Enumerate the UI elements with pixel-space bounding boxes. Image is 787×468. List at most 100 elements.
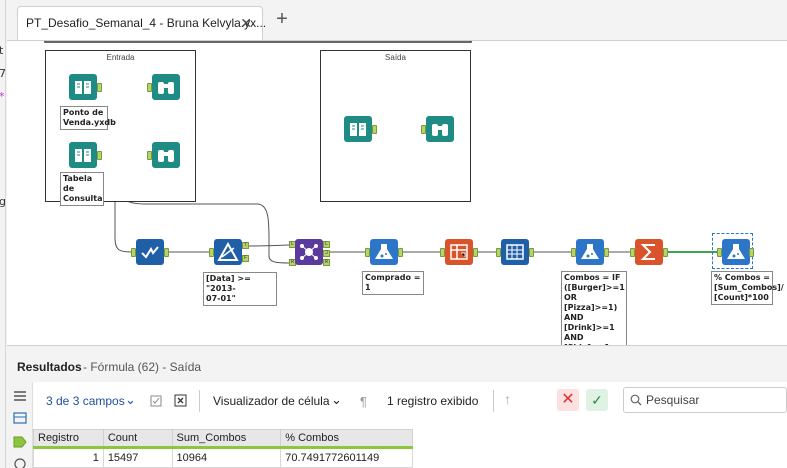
close-icon[interactable]: ✕ [240,15,252,32]
records-count: 1 registro exibido [387,394,479,408]
container-title: Entrada [106,53,135,62]
flask-icon [375,244,393,259]
list-icon[interactable] [13,390,27,402]
summarize-tool[interactable] [635,239,663,265]
output-anchor[interactable] [398,248,403,257]
cell-viewer-dropdown[interactable]: Visualizador de célula [213,394,330,408]
search-icon [630,394,642,406]
filter-false-anchor[interactable]: F [242,255,249,262]
browse-tool[interactable] [426,116,454,142]
input-data-tool[interactable] [69,74,97,100]
join-l-out-anchor[interactable]: L [323,241,330,248]
crosstab-icon [450,244,468,260]
flask-icon [581,244,599,259]
binoculars-icon [432,124,448,136]
join-r-out-anchor[interactable]: R [323,259,330,266]
table-header-row: Registro Count Sum_Combos % Combos [33,429,413,449]
strip-text: * [0,90,5,103]
clear-box-icon[interactable] [174,394,187,407]
input-data-tool[interactable] [69,142,97,168]
book-icon [350,123,366,136]
column-header[interactable]: % Combos [280,429,413,449]
cancel-button[interactable]: ✕ [557,389,579,411]
tool-annotation: % Combos = [Sum_Combos]/ [Count]*100 [711,271,784,305]
container-title: Saída [385,53,406,62]
column-header[interactable]: Sum_Combos [171,429,282,449]
output-anchor[interactable] [473,248,478,257]
results-sidebar [7,382,33,468]
output-anchor[interactable] [529,248,534,257]
output-anchor[interactable] [164,248,169,257]
tool-annotation: Comprado = 1 [362,271,424,295]
crosstab-tool[interactable] [445,239,473,265]
output-anchor[interactable] [663,248,668,257]
toolbar-divider [493,390,494,412]
tab-workflow[interactable]: PT_Desafio_Semanal_4 - Bruna Kelvyla.yx.… [17,6,267,40]
output-anchor[interactable] [97,151,102,160]
join-network-icon [300,244,318,260]
table-row: 1 15497 10964 70.7491772601149 [33,447,413,468]
cell-count[interactable]: 15497 [102,447,173,468]
formula-tool-selected[interactable] [722,239,750,265]
tool-annotation: [Data] >= "2013- 07-01" [203,272,277,306]
results-header: Resultados - Fórmula (62) - Saída [7,346,787,382]
results-subtitle: - Fórmula (62) - Saída [83,360,202,374]
binoculars-icon [158,150,174,162]
strip-text: 7 [0,67,6,80]
checkmark-icon [141,246,159,259]
browse-tool[interactable] [152,74,180,100]
strip-text: t [0,44,4,57]
formula-tool[interactable] [576,239,604,265]
join-tool[interactable] [295,239,323,265]
strip-text: g [0,195,6,208]
tool-annotation: Ponto de Venda.yxdb [60,106,116,130]
cell-registro[interactable]: 1 [33,447,104,468]
pilcrow-icon[interactable]: ¶ [360,394,367,409]
workflow-canvas[interactable]: Entrada Saída Ponto de Venda.yxdb Tabela… [7,40,787,375]
tool-annotation: Tabela de Consulta [60,172,104,206]
tab-title: PT_Desafio_Semanal_4 - Bruna Kelvyla.yx.… [26,16,267,30]
tab-bar: PT_Desafio_Semanal_4 - Bruna Kelvyla.yx.… [6,0,787,40]
output-anchor[interactable] [749,248,754,257]
column-header[interactable]: Count [102,429,173,449]
fields-dropdown[interactable]: 3 de 3 campos [46,394,125,408]
output-anchor[interactable] [372,125,377,134]
search-input[interactable] [646,392,782,408]
cell-sum-combos[interactable]: 10964 [171,447,282,468]
results-title: Resultados [17,360,82,374]
chevron-down-icon[interactable]: ⌄ [125,392,136,408]
table-formula-icon [506,244,524,260]
results-table: Registro Count Sum_Combos % Combos 1 154… [33,429,413,468]
sigma-icon [640,244,655,260]
browse-tool[interactable] [152,142,180,168]
column-header[interactable]: Registro [33,429,104,449]
results-toolbar: 3 de 3 campos ⌄ Visualizador de célula ⌄… [33,382,787,419]
left-panel-edge: t 7 * g [0,0,6,468]
arrow-up-icon[interactable]: ↑ [504,391,511,407]
message-icon[interactable] [13,458,27,468]
search-box[interactable] [623,387,787,413]
output-tag-icon[interactable] [13,436,27,448]
table-icon[interactable] [13,412,27,424]
filter-triangle-icon [217,241,239,261]
join-j-out-anchor[interactable]: J [323,250,330,257]
cell-pct-combos[interactable]: 70.7491772601149 [280,447,413,468]
add-tab-button[interactable]: + [270,8,294,32]
book-icon [75,81,91,94]
output-anchor[interactable] [97,83,102,92]
flask-icon [727,244,745,259]
multi-row-formula-tool[interactable] [501,239,529,265]
select-tool[interactable] [136,239,164,265]
checkbox-edit-icon[interactable] [150,394,163,407]
binoculars-icon [158,82,174,94]
confirm-button[interactable]: ✓ [586,389,608,411]
input-data-tool[interactable] [344,116,372,142]
results-panel: Resultados - Fórmula (62) - Saída 3 de 3… [7,345,787,468]
book-icon [75,149,91,162]
filter-true-anchor[interactable]: T [242,242,249,249]
chevron-down-icon[interactable]: ⌄ [331,392,342,408]
toolbar-divider [199,390,200,412]
filter-tool[interactable] [214,239,242,265]
formula-tool[interactable] [370,239,398,265]
output-anchor[interactable] [604,248,609,257]
